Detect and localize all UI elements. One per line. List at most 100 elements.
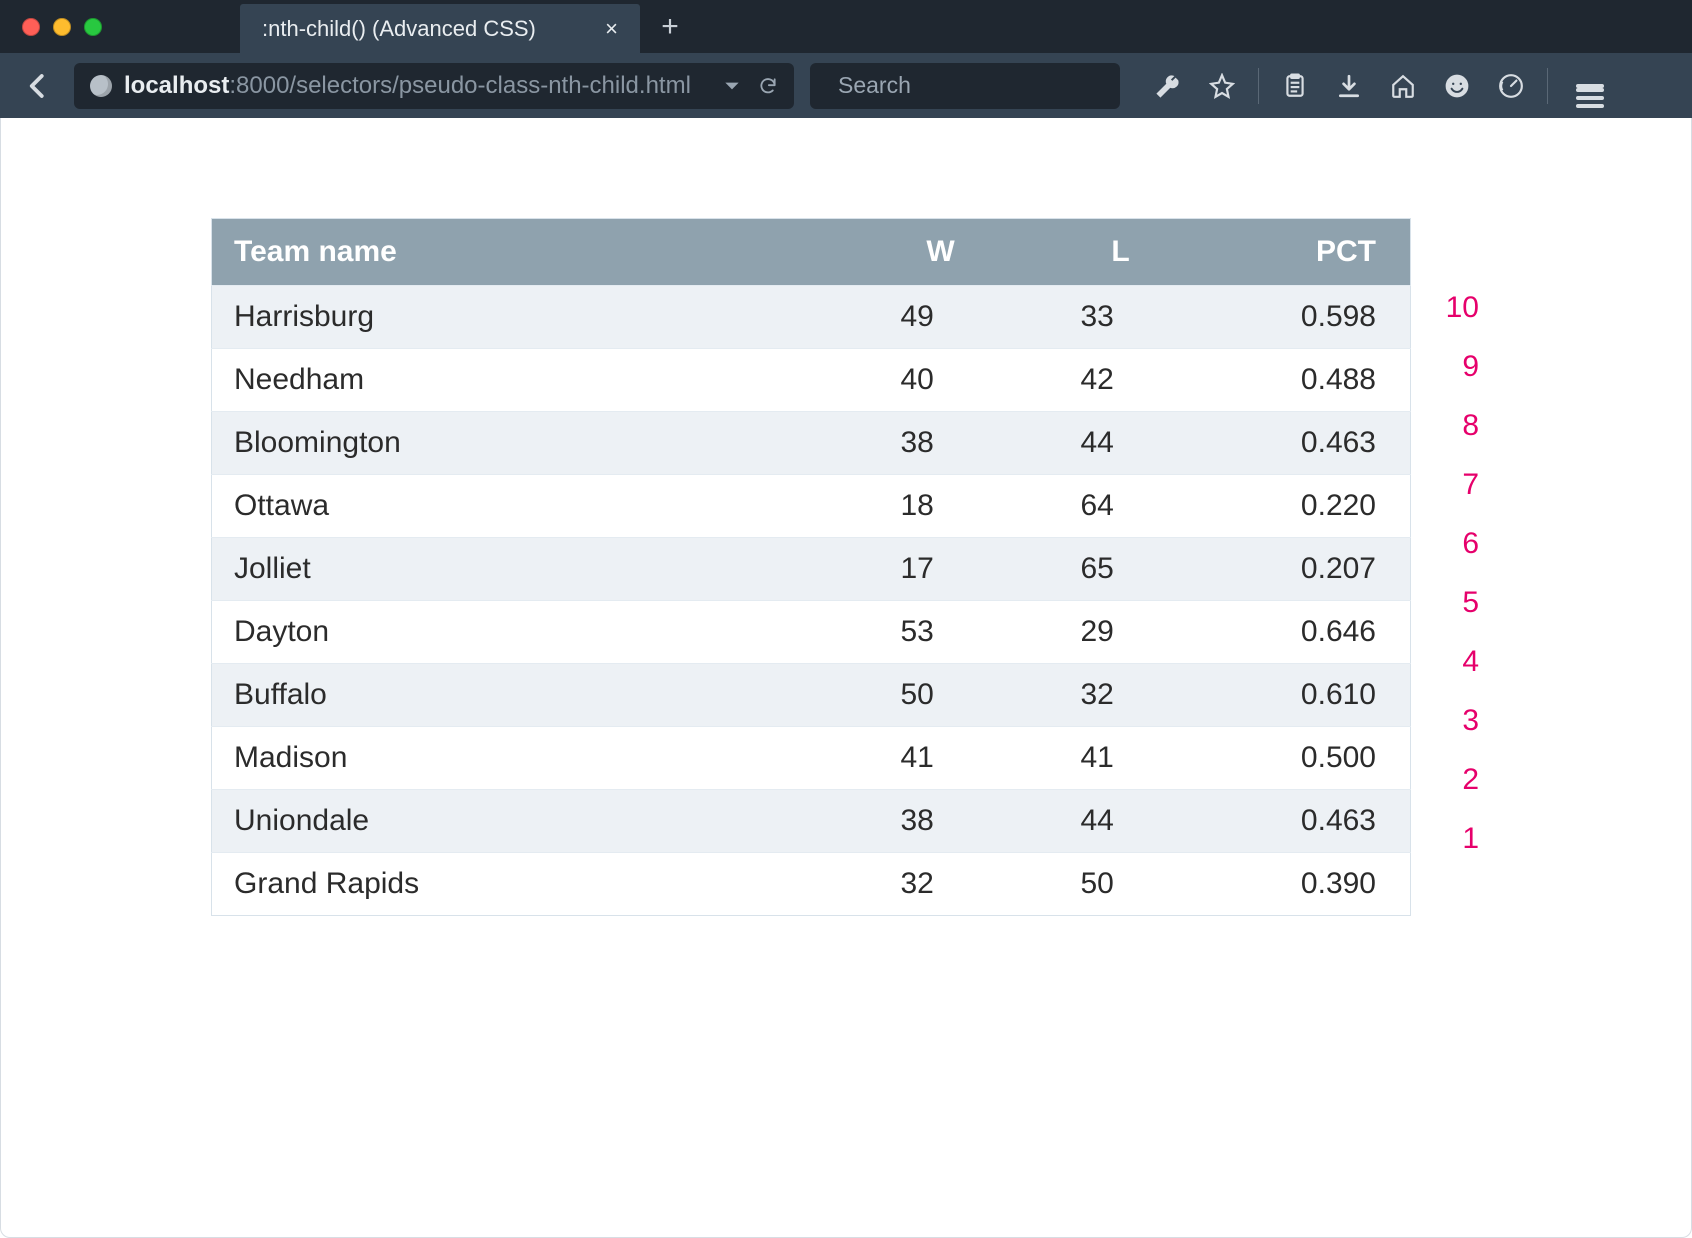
- cell-l: 44: [1031, 412, 1211, 475]
- reload-icon[interactable]: [758, 76, 778, 96]
- browser-tab[interactable]: :nth-child() (Advanced CSS) ×: [240, 4, 640, 53]
- toolbar: localhost:8000/selectors/pseudo-class-nt…: [0, 53, 1692, 118]
- toolbar-divider: [1258, 68, 1259, 104]
- table-row: Uniondale38440.463: [212, 790, 1411, 853]
- wrench-icon: [1155, 73, 1181, 99]
- table-row: Jolliet17650.207: [212, 538, 1411, 601]
- table-row: Grand Rapids32500.390: [212, 853, 1411, 916]
- cell-pct: 0.488: [1211, 349, 1411, 412]
- col-team: Team name: [212, 219, 851, 286]
- table-header-row: Team name W L PCT: [212, 219, 1411, 286]
- row-index: 7: [1435, 455, 1479, 514]
- row-index: 2: [1435, 750, 1479, 809]
- cell-pct: 0.646: [1211, 601, 1411, 664]
- url-bar[interactable]: localhost:8000/selectors/pseudo-class-nt…: [74, 63, 794, 109]
- window-minimize-button[interactable]: [53, 18, 71, 36]
- cell-team: Grand Rapids: [212, 853, 851, 916]
- bookmark-button[interactable]: [1198, 66, 1246, 106]
- cell-w: 50: [851, 664, 1031, 727]
- col-w: W: [851, 219, 1031, 286]
- cell-l: 44: [1031, 790, 1211, 853]
- row-index-column: 10987654321: [1435, 218, 1479, 868]
- table-row: Madison41410.500: [212, 727, 1411, 790]
- cell-w: 38: [851, 412, 1031, 475]
- cell-l: 64: [1031, 475, 1211, 538]
- row-index: 9: [1435, 337, 1479, 396]
- window-maximize-button[interactable]: [84, 18, 102, 36]
- row-index: 4: [1435, 632, 1479, 691]
- cell-pct: 0.220: [1211, 475, 1411, 538]
- window-controls: [0, 0, 240, 53]
- standings-table: Team name W L PCT Harrisburg49330.598Nee…: [211, 218, 1411, 916]
- cell-team: Bloomington: [212, 412, 851, 475]
- col-pct: PCT: [1211, 219, 1411, 286]
- gauge-icon: [1498, 73, 1524, 99]
- cell-pct: 0.598: [1211, 286, 1411, 349]
- row-index: 6: [1435, 514, 1479, 573]
- url-input[interactable]: localhost:8000/selectors/pseudo-class-nt…: [124, 72, 710, 100]
- chevron-down-icon[interactable]: [722, 76, 742, 96]
- cell-w: 38: [851, 790, 1031, 853]
- toolbar-divider-2: [1547, 68, 1548, 104]
- cell-pct: 0.610: [1211, 664, 1411, 727]
- home-icon: [1390, 73, 1416, 99]
- toolbar-icons: [1144, 66, 1614, 106]
- row-index: 8: [1435, 396, 1479, 455]
- downloads-button[interactable]: [1325, 66, 1373, 106]
- tab-strip: :nth-child() (Advanced CSS) × +: [0, 0, 1692, 53]
- content-wrap: Team name W L PCT Harrisburg49330.598Nee…: [211, 218, 1481, 916]
- tab-title: :nth-child() (Advanced CSS): [262, 16, 536, 42]
- table-row: Buffalo50320.610: [212, 664, 1411, 727]
- download-icon: [1336, 73, 1362, 99]
- cell-pct: 0.390: [1211, 853, 1411, 916]
- url-host: localhost: [124, 72, 229, 99]
- reading-list-button[interactable]: [1271, 66, 1319, 106]
- cell-team: Needham: [212, 349, 851, 412]
- cell-w: 40: [851, 349, 1031, 412]
- cell-w: 18: [851, 475, 1031, 538]
- feedback-button[interactable]: [1433, 66, 1481, 106]
- cell-pct: 0.463: [1211, 790, 1411, 853]
- cell-w: 49: [851, 286, 1031, 349]
- cell-team: Madison: [212, 727, 851, 790]
- search-input[interactable]: [838, 72, 1134, 99]
- menu-button[interactable]: [1566, 66, 1614, 106]
- cell-team: Dayton: [212, 601, 851, 664]
- row-index: 1: [1435, 809, 1479, 868]
- devtools-button[interactable]: [1144, 66, 1192, 106]
- smiley-icon: [1444, 73, 1470, 99]
- window-close-button[interactable]: [22, 18, 40, 36]
- home-button[interactable]: [1379, 66, 1427, 106]
- cell-pct: 0.207: [1211, 538, 1411, 601]
- browser-chrome: :nth-child() (Advanced CSS) × + localhos…: [0, 0, 1692, 118]
- cell-l: 29: [1031, 601, 1211, 664]
- cell-l: 50: [1031, 853, 1211, 916]
- row-index: 3: [1435, 691, 1479, 750]
- search-box[interactable]: [810, 63, 1120, 109]
- cell-l: 65: [1031, 538, 1211, 601]
- table-row: Ottawa18640.220: [212, 475, 1411, 538]
- close-tab-button[interactable]: ×: [605, 16, 618, 42]
- cell-team: Ottawa: [212, 475, 851, 538]
- clipboard-icon: [1282, 73, 1308, 99]
- arrow-left-icon: [23, 71, 53, 101]
- cell-l: 42: [1031, 349, 1211, 412]
- extensions-button[interactable]: [1487, 66, 1535, 106]
- table-row: Bloomington38440.463: [212, 412, 1411, 475]
- globe-icon: [90, 75, 112, 97]
- cell-team: Buffalo: [212, 664, 851, 727]
- back-button[interactable]: [18, 66, 58, 106]
- cell-w: 32: [851, 853, 1031, 916]
- page-viewport[interactable]: Team name W L PCT Harrisburg49330.598Nee…: [0, 118, 1692, 1238]
- url-path: :8000/selectors/pseudo-class-nth-child.h…: [229, 72, 691, 99]
- cell-w: 17: [851, 538, 1031, 601]
- table-row: Harrisburg49330.598: [212, 286, 1411, 349]
- star-icon: [1209, 73, 1235, 99]
- col-l: L: [1031, 219, 1211, 286]
- table-row: Dayton53290.646: [212, 601, 1411, 664]
- table-row: Needham40420.488: [212, 349, 1411, 412]
- new-tab-button[interactable]: +: [640, 0, 700, 53]
- cell-l: 33: [1031, 286, 1211, 349]
- cell-l: 32: [1031, 664, 1211, 727]
- cell-pct: 0.463: [1211, 412, 1411, 475]
